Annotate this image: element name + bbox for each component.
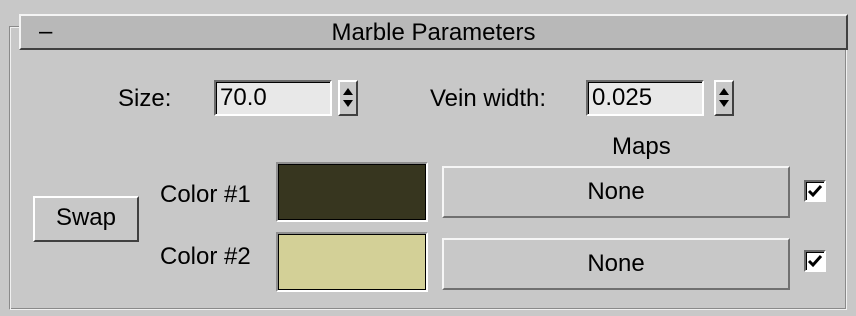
color-1-map-checkbox[interactable] bbox=[804, 180, 826, 202]
color-2-map-checkbox[interactable] bbox=[804, 250, 826, 272]
color-2-map-label: None bbox=[587, 250, 645, 277]
swap-button[interactable]: Swap bbox=[33, 196, 139, 242]
color-2-label: Color #2 bbox=[160, 243, 251, 270]
color-1-swatch[interactable] bbox=[276, 162, 428, 222]
size-input[interactable] bbox=[214, 80, 332, 116]
checkmark-icon bbox=[807, 185, 823, 198]
color-1-map-label: None bbox=[587, 178, 645, 205]
color-1-map-button[interactable]: None bbox=[442, 166, 790, 218]
spinner-up-arrow[interactable] bbox=[719, 88, 729, 95]
marble-parameters-rollout: – Marble Parameters Size: Vein width: Ma… bbox=[0, 0, 856, 316]
color-2-map-button[interactable]: None bbox=[442, 238, 790, 290]
spinner-up-arrow[interactable] bbox=[343, 88, 353, 95]
size-label: Size: bbox=[118, 85, 172, 112]
vein-width-spinner-icon[interactable] bbox=[714, 80, 734, 116]
swap-button-label: Swap bbox=[55, 204, 117, 231]
maps-header: Maps bbox=[612, 133, 671, 160]
rollout-title-bar[interactable]: – Marble Parameters bbox=[19, 14, 848, 50]
spinner-down-arrow[interactable] bbox=[343, 100, 353, 107]
rollout-title: Marble Parameters bbox=[331, 19, 536, 46]
spinner-down-arrow[interactable] bbox=[719, 100, 729, 107]
size-spinner-icon[interactable] bbox=[338, 80, 358, 116]
checkmark-icon bbox=[807, 255, 823, 268]
vein-width-label: Vein width: bbox=[430, 85, 547, 112]
vein-width-input[interactable] bbox=[586, 80, 704, 116]
color-1-label: Color #1 bbox=[160, 181, 251, 208]
color-2-swatch[interactable] bbox=[276, 232, 428, 292]
